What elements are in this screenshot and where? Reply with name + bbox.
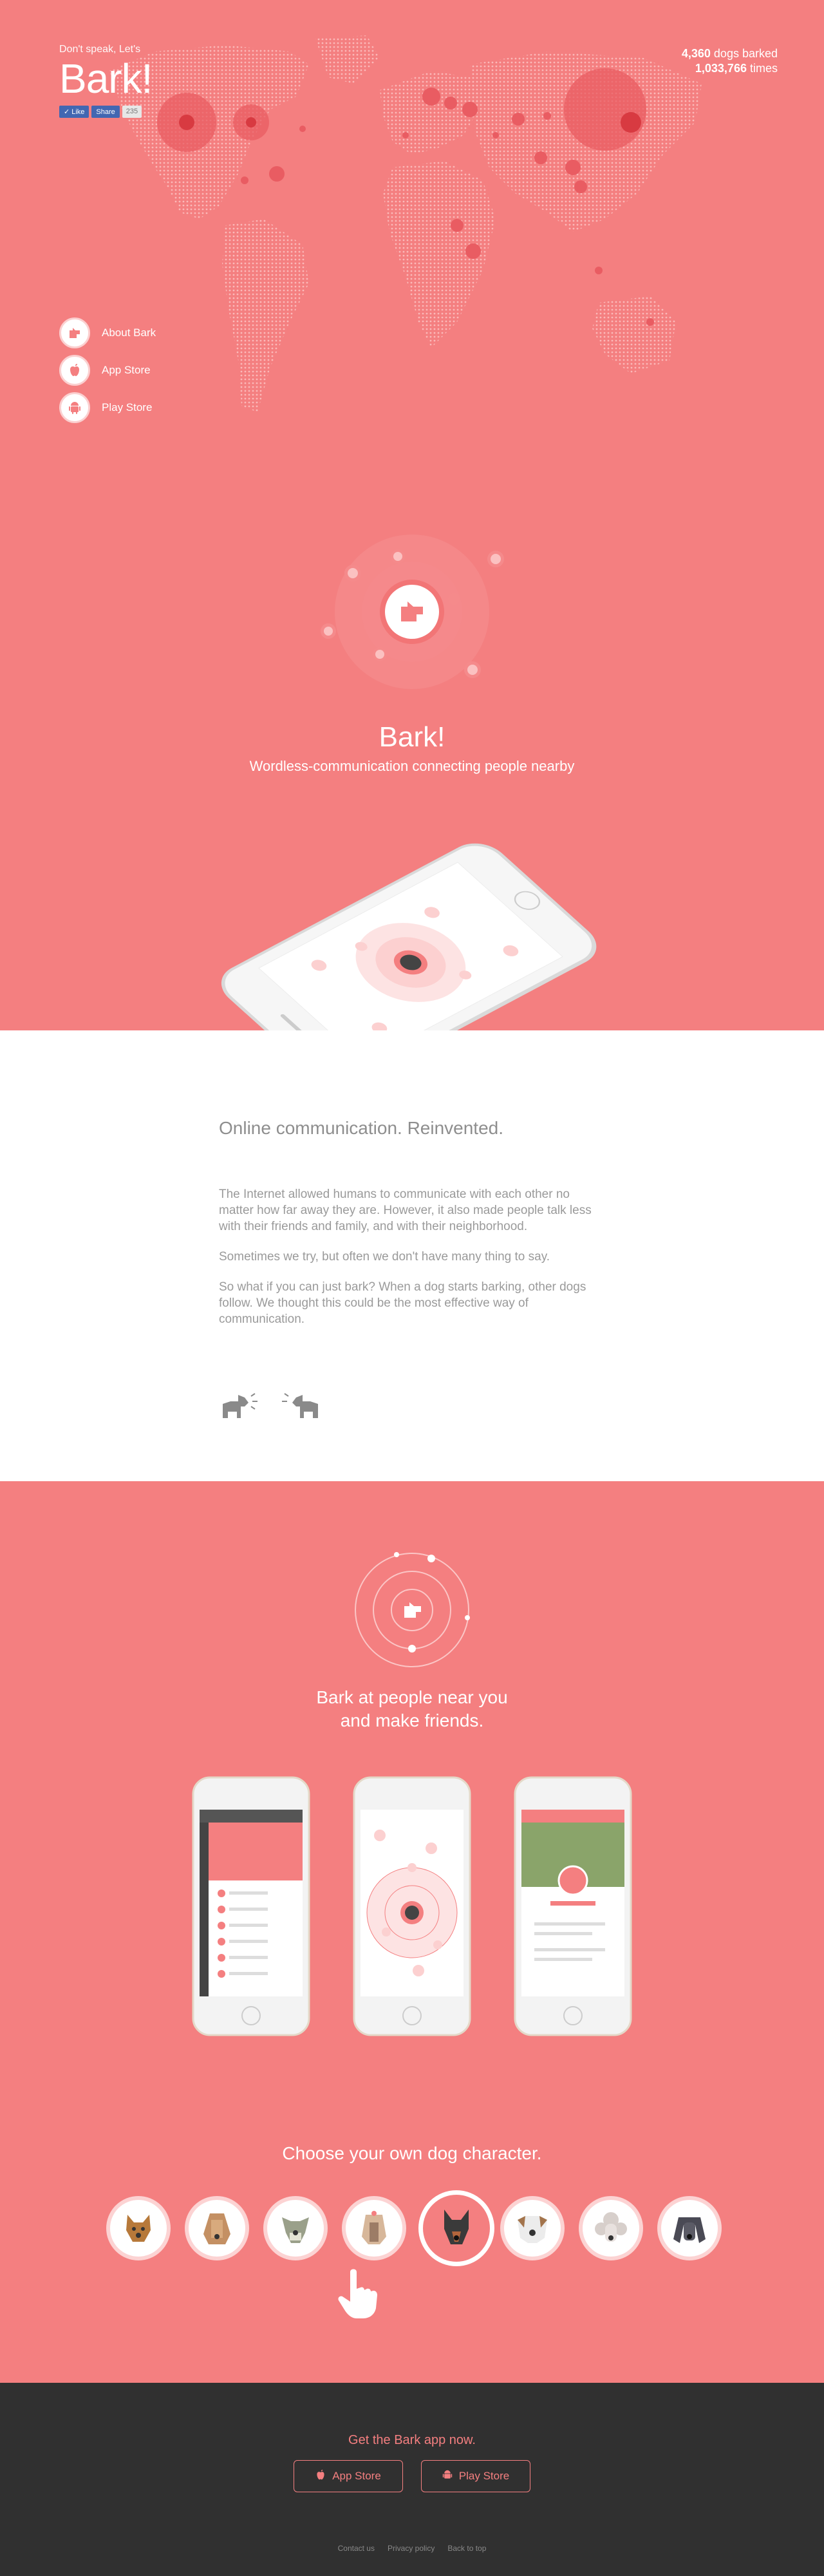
about-section: Online communication. Reinvented. The In… (0, 1030, 824, 1481)
footer-links: Contact us Privacy policy Back to top (0, 2544, 824, 2553)
dogs-value: 4,360 (681, 47, 711, 60)
play-store-button[interactable]: Play Store (421, 2460, 530, 2492)
character-schnauzer[interactable] (263, 2196, 328, 2260)
world-map (109, 35, 702, 412)
barking-dogs-icon (223, 1393, 318, 1418)
times-stat: 1,033,766 times (682, 61, 778, 76)
app-store-button-label: App Store (332, 2470, 381, 2482)
check-icon: ✓ (64, 108, 70, 116)
apple-icon (315, 2469, 326, 2484)
about-bark-link[interactable]: About Bark (59, 314, 156, 352)
android-icon (59, 392, 90, 423)
dogs-stat: 4,360 dogs barked (682, 46, 778, 61)
share-button[interactable]: Share (91, 106, 120, 118)
bark-logo-icon (59, 317, 90, 348)
nearby-radar-graphic (321, 535, 504, 689)
features-section: Bark at people near you and make friends… (0, 1481, 824, 2383)
play-store-button-label: Play Store (458, 2470, 510, 2482)
character-cocker-spaniel[interactable] (657, 2196, 722, 2260)
privacy-policy-link[interactable]: Privacy policy (388, 2544, 435, 2553)
choose-character-title: Choose your own dog character. (282, 2143, 542, 2163)
app-title: Bark! (379, 721, 445, 753)
character-doberman[interactable] (418, 2190, 494, 2266)
play-store-link[interactable]: Play Store (59, 389, 156, 426)
brand-block: Don't speak, Let's Bark! ✓ Like Share 23… (59, 44, 153, 118)
brand-title: Bark! (59, 55, 153, 102)
dogs-label: dogs barked (713, 47, 778, 60)
about-paragraph-1: The Internet allowed humans to communica… (219, 1188, 592, 1234)
pointer-hand-icon (338, 2269, 377, 2318)
app-store-label: App Store (102, 364, 151, 376)
about-content: Online communication. Reinvented. The In… (219, 1118, 605, 1328)
app-subtitle: Wordless-communication connecting people… (249, 758, 575, 774)
character-terrier[interactable] (106, 2196, 171, 2260)
social-buttons: ✓ Like Share 235 (59, 106, 152, 118)
bark-stats: 4,360 dogs barked 1,033,766 times (682, 46, 778, 77)
like-label: Like (71, 108, 85, 116)
footer-title: Get the Bark app now. (348, 2433, 476, 2447)
app-store-button[interactable]: App Store (294, 2460, 403, 2492)
footer: Get the Bark app now. App Store Play Sto… (0, 2383, 824, 2576)
orbit-logo-graphic (355, 1552, 470, 1667)
times-label: times (749, 62, 778, 75)
like-button[interactable]: ✓ Like (59, 106, 89, 118)
apple-icon (59, 355, 90, 386)
character-yorkshire-terrier[interactable] (342, 2196, 406, 2260)
page: Don't speak, Let's Bark! ✓ Like Share 23… (0, 0, 824, 2576)
about-bark-label: About Bark (102, 327, 156, 339)
features-title-line1: Bark at people near you (316, 1687, 508, 1707)
play-store-label: Play Store (102, 401, 153, 413)
character-bulldog[interactable] (500, 2196, 565, 2260)
store-buttons: App Store Play Store (0, 2460, 824, 2492)
character-poodle[interactable] (579, 2196, 643, 2260)
times-value: 1,033,766 (695, 62, 747, 75)
back-to-top-link[interactable]: Back to top (447, 2544, 486, 2553)
app-screens-illustration (192, 1776, 632, 2036)
app-store-link[interactable]: App Store (59, 352, 156, 389)
about-paragraph-2: Sometimes we try, but often we don't hav… (219, 1250, 550, 1264)
android-icon (442, 2469, 453, 2484)
contact-link[interactable]: Contact us (338, 2544, 375, 2553)
features-title-line2: and make friends. (340, 1710, 484, 1731)
features-title: Bark at people near you and make friends… (0, 1686, 824, 1733)
side-links: About Bark App Store Play Store (59, 314, 156, 426)
tagline: Don't speak, Let's (59, 44, 141, 55)
character-picker (103, 2190, 722, 2273)
like-count: 235 (122, 106, 142, 118)
character-afghan-hound[interactable] (185, 2196, 249, 2260)
about-heading: Online communication. Reinvented. (219, 1118, 504, 1138)
hero-section: Don't speak, Let's Bark! ✓ Like Share 23… (0, 0, 824, 1082)
about-paragraph-3: So what if you can just bark? When a dog… (219, 1280, 586, 1327)
